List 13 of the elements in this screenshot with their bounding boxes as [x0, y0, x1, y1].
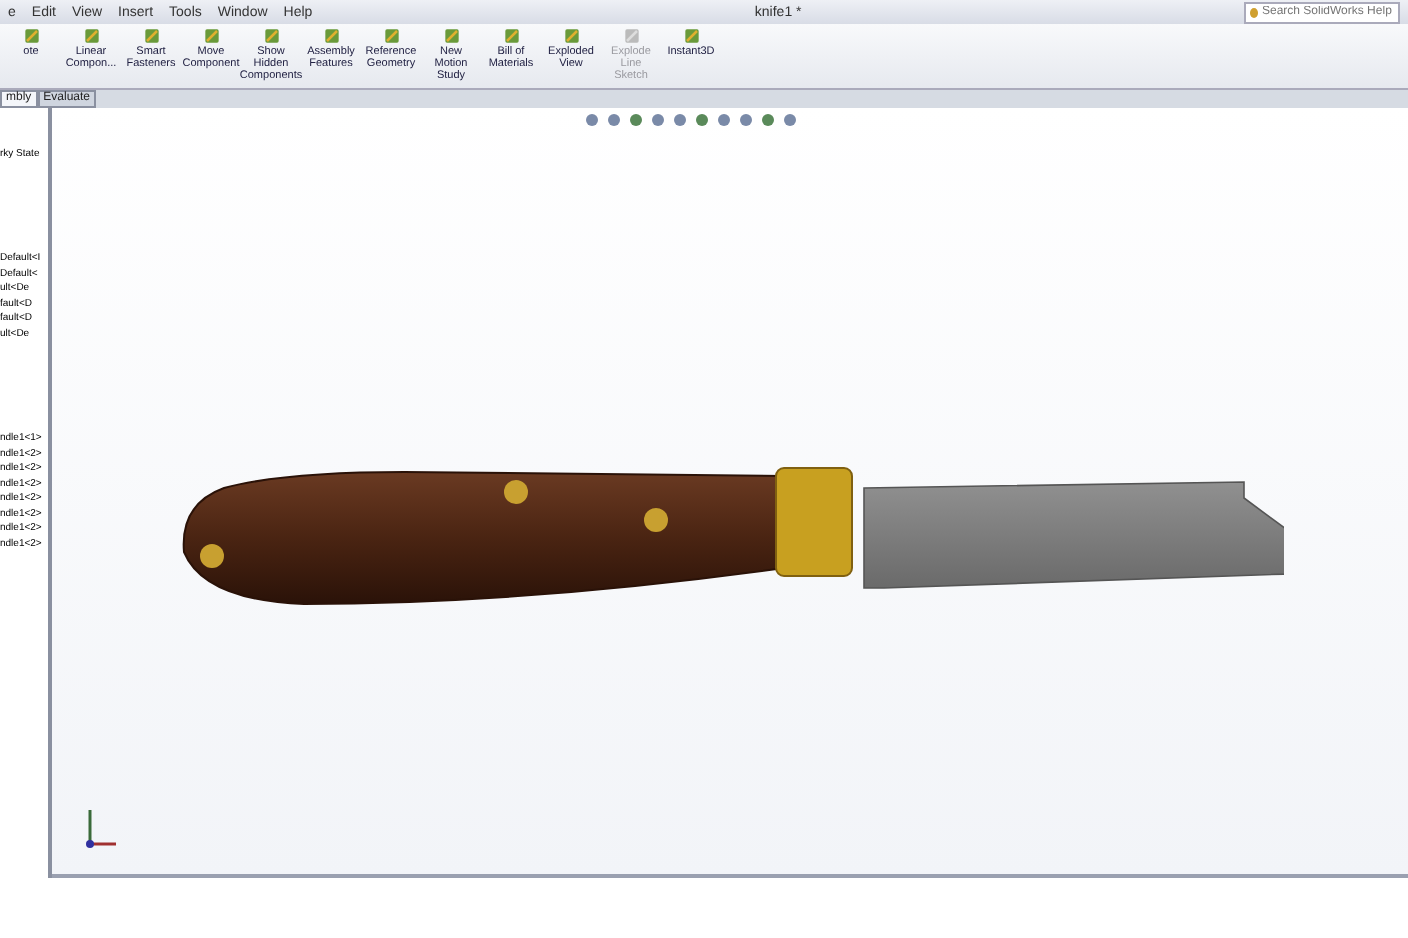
- toolbar-tool-icon: [81, 26, 101, 46]
- toolbar-tool-icon: [561, 26, 581, 46]
- toolbar-tool-icon: [261, 26, 281, 46]
- toolbar-tool-icon: [321, 26, 341, 46]
- toolbar-tool-icon: [201, 26, 221, 46]
- toolbar-tool-icon: [441, 26, 461, 46]
- toolbar-tool-icon: [141, 26, 161, 46]
- toolbar-tool-icon: [381, 26, 401, 46]
- toolbar-tool-icon: [621, 26, 641, 46]
- toolbar-tool-icon: [501, 26, 521, 46]
- toolbar-tool-icon: [21, 26, 41, 46]
- axis-triad-icon: [80, 804, 120, 852]
- toolbar-tool-icon: [681, 26, 701, 46]
